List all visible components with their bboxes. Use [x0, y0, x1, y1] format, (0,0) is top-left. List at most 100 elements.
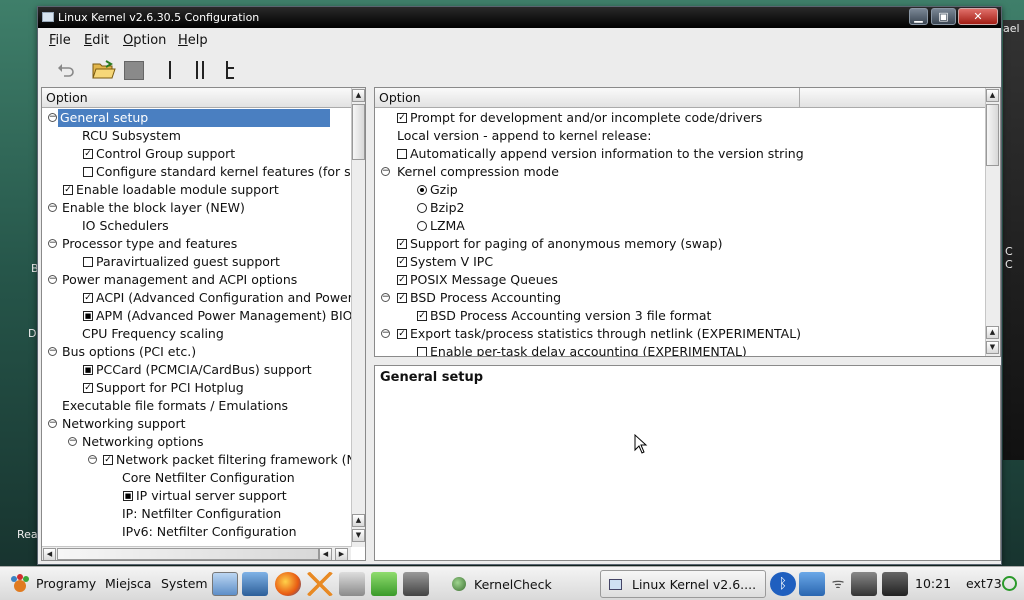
- right-column-header-value[interactable]: [800, 88, 986, 108]
- option-item[interactable]: System V IPC: [410, 253, 493, 271]
- radio-unselected[interactable]: [417, 221, 427, 231]
- scroll-left-button[interactable]: ◀: [43, 548, 56, 560]
- checkbox-checked[interactable]: ✓: [397, 113, 407, 123]
- maximize-button[interactable]: ▣: [931, 8, 956, 25]
- bluetooth-icon[interactable]: ᛒ: [770, 572, 796, 596]
- collapse-toggle-icon[interactable]: −: [48, 113, 57, 122]
- left-vertical-scrollbar[interactable]: ▲ ▲ ▼: [351, 88, 365, 547]
- option-item[interactable]: POSIX Message Queues: [410, 271, 558, 289]
- tree-item[interactable]: Processor type and features: [62, 235, 237, 253]
- clock[interactable]: 10:21: [915, 576, 951, 591]
- option-item[interactable]: Support for paging of anonymous memory (…: [410, 235, 722, 253]
- collapse-toggle-icon[interactable]: −: [68, 437, 77, 446]
- scroll-thumb[interactable]: [986, 104, 999, 166]
- gnome-foot-icon[interactable]: [9, 574, 31, 594]
- checkbox-unchecked[interactable]: [397, 149, 407, 159]
- checkbox-unchecked[interactable]: [417, 347, 427, 356]
- task-kernelcheck[interactable]: KernelCheck: [443, 570, 593, 598]
- collapse-toggle-icon[interactable]: −: [381, 293, 390, 302]
- tree-item[interactable]: Paravirtualized guest support: [96, 253, 280, 271]
- tools-icon[interactable]: [307, 572, 333, 596]
- tree-item[interactable]: ACPI (Advanced Configuration and Power: [96, 289, 353, 307]
- tree-item[interactable]: Core Netfilter Configuration: [122, 469, 295, 487]
- scroll-up-button[interactable]: ▲: [352, 514, 365, 527]
- title-bar[interactable]: Linux Kernel v2.6.30.5 Configuration ▁ ▣…: [38, 7, 1001, 28]
- menu-edit[interactable]: Edit: [84, 33, 109, 48]
- network-icon[interactable]: [851, 572, 877, 596]
- split-view-button[interactable]: [191, 57, 209, 83]
- spreadsheet-icon[interactable]: [371, 572, 397, 596]
- right-vertical-scrollbar[interactable]: ▲ ▲ ▼: [985, 88, 1000, 356]
- save-button[interactable]: [123, 57, 145, 83]
- username[interactable]: ext73: [966, 576, 1002, 591]
- option-item[interactable]: LZMA: [430, 217, 465, 235]
- file-manager-icon[interactable]: [339, 572, 365, 596]
- radio-unselected[interactable]: [417, 203, 427, 213]
- tree-item[interactable]: Executable file formats / Emulations: [62, 397, 288, 415]
- checkbox-checked[interactable]: ✓: [397, 257, 407, 267]
- collapse-toggle-icon[interactable]: −: [48, 419, 57, 428]
- scroll-down-button[interactable]: ▼: [986, 341, 999, 354]
- option-item[interactable]: Gzip: [430, 181, 458, 199]
- tree-item[interactable]: RCU Subsystem: [82, 127, 181, 145]
- radio-selected[interactable]: [417, 185, 427, 195]
- horizontal-scroll-thumb[interactable]: [57, 548, 319, 560]
- checkbox-checked[interactable]: ✓: [417, 311, 427, 321]
- task-linux-kernel-config[interactable]: Linux Kernel v2.6....: [600, 570, 766, 598]
- close-button[interactable]: ✕: [958, 8, 998, 25]
- right-column-header[interactable]: Option: [375, 88, 800, 108]
- tree-item[interactable]: APM (Advanced Power Management) BIOS: [96, 307, 360, 325]
- option-item[interactable]: Prompt for development and/or incomplete…: [410, 109, 762, 127]
- scroll-left-button[interactable]: ◀: [319, 548, 332, 560]
- tree-item[interactable]: IP virtual server support: [136, 487, 287, 505]
- tree-item[interactable]: Enable loadable module support: [76, 181, 279, 199]
- checkbox-checked[interactable]: ✓: [63, 185, 73, 195]
- show-desktop-icon[interactable]: [212, 572, 238, 596]
- tree-item[interactable]: Support for PCI Hotplug: [96, 379, 244, 397]
- option-item[interactable]: Kernel compression mode: [397, 163, 559, 181]
- scroll-up-button[interactable]: ▲: [352, 89, 365, 102]
- collapse-toggle-icon[interactable]: −: [48, 347, 57, 356]
- settings-icon[interactable]: [403, 572, 429, 596]
- firefox-icon[interactable]: [275, 572, 301, 596]
- menu-help[interactable]: Help: [178, 33, 208, 48]
- collapse-toggle-icon[interactable]: −: [48, 239, 57, 248]
- option-item[interactable]: Enable per-task delay accounting (EXPERI…: [430, 343, 747, 356]
- tree-item[interactable]: Networking options: [82, 433, 204, 451]
- left-horizontal-scrollbar[interactable]: ◀ ◀ ▶: [42, 546, 351, 560]
- tree-item[interactable]: Configure standard kernel features (for …: [96, 163, 363, 181]
- checkbox-module[interactable]: ■: [123, 491, 133, 501]
- option-item[interactable]: Bzip2: [430, 199, 465, 217]
- checkbox-checked[interactable]: ✓: [83, 149, 93, 159]
- tree-item[interactable]: IPv6: Netfilter Configuration: [122, 523, 297, 541]
- checkbox-unchecked[interactable]: [83, 257, 93, 267]
- volume-icon[interactable]: [882, 572, 908, 596]
- minimize-button[interactable]: ▁: [909, 8, 928, 25]
- checkbox-checked[interactable]: ✓: [103, 455, 113, 465]
- tree-item[interactable]: Power management and ACPI options: [62, 271, 297, 289]
- scroll-down-button[interactable]: ▼: [352, 529, 365, 542]
- checkbox-checked[interactable]: ✓: [397, 329, 407, 339]
- tree-item[interactable]: Enable the block layer (NEW): [62, 199, 245, 217]
- monitor-icon[interactable]: [242, 572, 268, 596]
- checkbox-checked[interactable]: ✓: [83, 293, 93, 303]
- option-item[interactable]: Export task/process statistics through n…: [410, 325, 801, 343]
- collapse-toggle-icon[interactable]: −: [381, 329, 390, 338]
- single-view-button[interactable]: [162, 57, 178, 83]
- checkbox-unchecked[interactable]: [83, 167, 93, 177]
- tree-item[interactable]: IP: Netfilter Configuration: [122, 505, 281, 523]
- tree-item[interactable]: Control Group support: [96, 145, 235, 163]
- checkbox-checked[interactable]: ✓: [397, 275, 407, 285]
- tree-item[interactable]: CPU Frequency scaling: [82, 325, 224, 343]
- scroll-thumb[interactable]: [352, 104, 365, 160]
- option-item[interactable]: BSD Process Accounting: [410, 289, 561, 307]
- menu-miejsca[interactable]: Miejsca: [105, 576, 151, 591]
- scroll-right-button[interactable]: ▶: [335, 548, 348, 560]
- tree-item[interactable]: IO Schedulers: [82, 217, 169, 235]
- option-item[interactable]: Local version - append to kernel release…: [397, 127, 651, 145]
- scroll-up-button[interactable]: ▲: [986, 89, 999, 102]
- menu-option[interactable]: Option: [123, 33, 166, 48]
- open-button[interactable]: [90, 57, 118, 83]
- collapse-toggle-icon[interactable]: −: [88, 455, 97, 464]
- tree-item[interactable]: Network packet filtering framework (N: [116, 451, 356, 469]
